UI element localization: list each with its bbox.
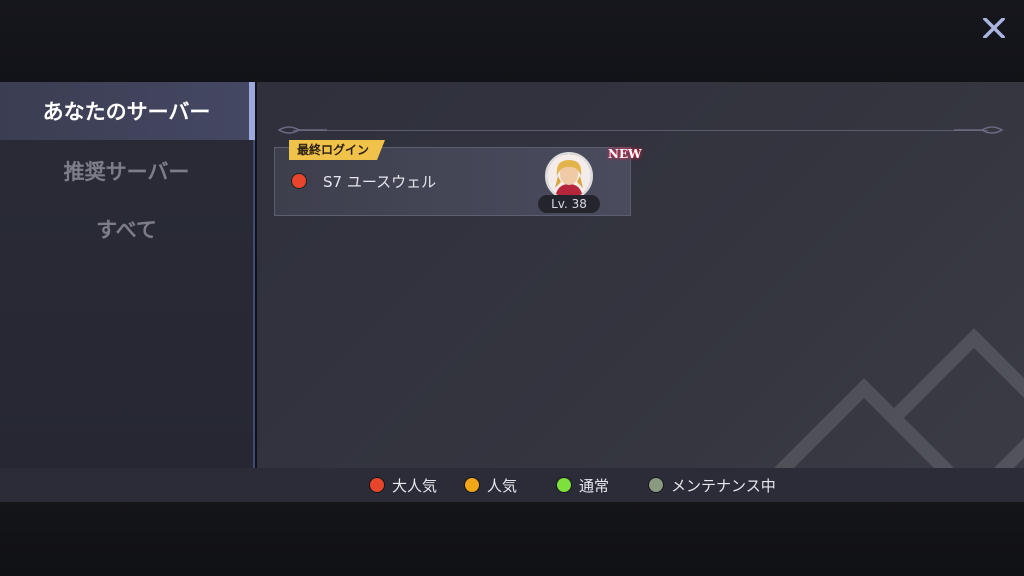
status-legend: 大人気 人気 通常 メンテナンス中 bbox=[0, 468, 1024, 502]
sidebar-item-label: すべて bbox=[96, 217, 157, 242]
legend-dot-red bbox=[370, 478, 384, 492]
server-card[interactable]: 最終ログイン S7 ユースウェル Lv. 38 NEW bbox=[274, 147, 642, 216]
legend-item-very-popular: 大人気 bbox=[370, 475, 437, 496]
background-diamond-pattern bbox=[774, 328, 1024, 468]
top-bar bbox=[0, 0, 1024, 82]
legend-item-maintenance: メンテナンス中 bbox=[649, 475, 776, 496]
server-list-panel: 最終ログイン S7 ユースウェル Lv. 38 NEW bbox=[257, 82, 1024, 468]
server-status-dot bbox=[292, 174, 306, 188]
new-badge: NEW bbox=[608, 147, 642, 161]
legend-label: 通常 bbox=[579, 476, 610, 495]
legend-item-popular: 人気 bbox=[465, 475, 517, 496]
level-badge: Lv. 38 bbox=[538, 195, 600, 213]
divider-ornament-right bbox=[954, 126, 1004, 134]
sidebar-item-label: あなたのサーバー bbox=[42, 99, 211, 124]
divider-ornament-left bbox=[277, 126, 327, 134]
bottom-bar bbox=[0, 502, 1024, 576]
close-button[interactable] bbox=[978, 12, 1010, 44]
legend-label: 人気 bbox=[487, 476, 518, 495]
section-divider bbox=[293, 130, 988, 131]
sidebar-item-recommended[interactable]: 推奨サーバー bbox=[0, 142, 253, 200]
close-icon bbox=[983, 18, 1005, 38]
legend-dot-gray bbox=[649, 478, 664, 492]
server-name: S7 ユースウェル bbox=[323, 173, 437, 191]
legend-dot-orange bbox=[465, 478, 480, 492]
sidebar-item-your-servers[interactable]: あなたのサーバー bbox=[0, 82, 255, 140]
sidebar-item-all[interactable]: すべて bbox=[0, 200, 253, 258]
legend-dot-green bbox=[557, 478, 572, 492]
sidebar-item-label: 推奨サーバー bbox=[63, 159, 190, 184]
character-avatar bbox=[545, 152, 593, 200]
legend-item-normal: 通常 bbox=[557, 475, 609, 496]
last-login-tag: 最終ログイン bbox=[289, 140, 385, 160]
server-category-sidebar: あなたのサーバー 推奨サーバー すべて bbox=[0, 82, 255, 468]
legend-label: 大人気 bbox=[392, 476, 438, 495]
legend-label: メンテナンス中 bbox=[671, 476, 776, 495]
